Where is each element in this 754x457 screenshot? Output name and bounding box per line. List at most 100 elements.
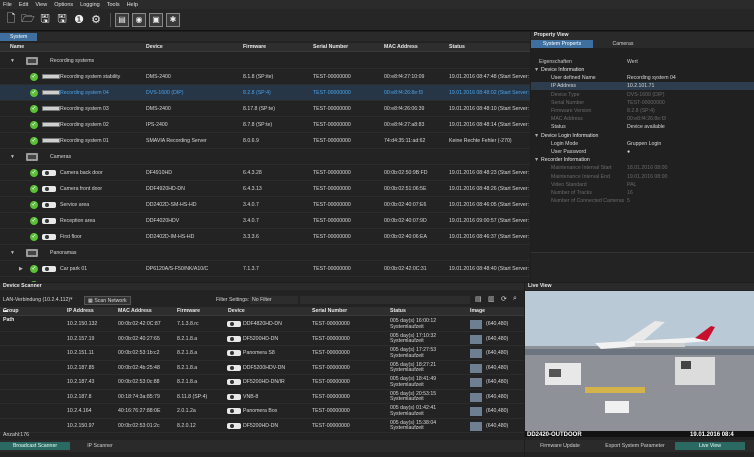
- scanner-row[interactable]: 10.2.150.97 00:0b:02:53:01:2c 8.2.0.12 DF52…: [0, 419, 524, 433]
- row-mac: 00:e8:f4:27:10:09: [384, 74, 425, 80]
- property-row[interactable]: User Password ●: [531, 148, 754, 156]
- thumbnail-image[interactable]: [470, 334, 482, 344]
- col-scan-serial[interactable]: Serial Number: [312, 307, 347, 316]
- import-list-icon[interactable]: ▥: [488, 295, 495, 303]
- tab-system-properties[interactable]: System Properts: [531, 40, 593, 48]
- col-scan-image[interactable]: Image: [470, 307, 485, 316]
- col-scan-mac[interactable]: MAC Address: [118, 307, 152, 316]
- filter-select[interactable]: No Filter: [250, 296, 298, 304]
- tab-export-system-parameter[interactable]: Export System Parameter: [595, 442, 675, 450]
- collapse-arrow-icon[interactable]: ▼: [534, 156, 539, 164]
- scanner-row[interactable]: 10.2.157.19 00:0b:02:40:27:65 8.2.1.8.a DF5…: [0, 332, 524, 346]
- refresh-icon[interactable]: ⟳: [501, 295, 507, 303]
- col-mac[interactable]: MAC Address: [384, 43, 418, 52]
- tree-row[interactable]: ▶ ✓ Car park 01 DP6120A/S-F50/NK/A10/C 7.1.3…: [0, 261, 530, 277]
- tree-row[interactable]: ✓ Recording system 03 DMS-2400 8.17.8 (SP:t…: [0, 101, 530, 117]
- expand-arrow-icon[interactable]: ▶: [19, 261, 23, 277]
- expand-arrow-icon[interactable]: ▼: [10, 245, 15, 261]
- dropdown-arrow-icon[interactable]: ▾: [70, 296, 73, 302]
- tab-firmware-update[interactable]: Firmware Update: [525, 442, 595, 450]
- menu-view[interactable]: View: [35, 2, 47, 8]
- tree-row[interactable]: ▶ ✓ Car park 02 DP6220A-50S6/11 6.4.3.13 TEST…: [0, 277, 530, 282]
- thumbnail-image[interactable]: [470, 421, 482, 431]
- expand-arrow-icon[interactable]: ▶: [19, 277, 23, 282]
- tree-row[interactable]: ✓ Recording system 01 SMAVIA Recording Ser…: [0, 133, 530, 149]
- tab-ip-scanner[interactable]: IP Scanner: [70, 442, 130, 450]
- col-scan-status[interactable]: Status: [390, 307, 406, 316]
- tab-broadcast-scanner[interactable]: Broadcast Scanner: [0, 442, 70, 450]
- col-status[interactable]: Status: [449, 43, 465, 52]
- search-icon[interactable]: ⌕: [513, 295, 517, 303]
- status-ok-icon: ✓: [30, 169, 38, 177]
- scanner-row[interactable]: 10.2.150.132 00:0b:02:42:0C:87 7.1.3.8.rc D…: [0, 317, 524, 332]
- menu-help[interactable]: Help: [127, 2, 138, 8]
- tree-row[interactable]: ✓ Camera back door DF4910HD 6.4.3.28 TEST-00…: [0, 165, 530, 181]
- tree-group[interactable]: ▼ Panoramas: [0, 245, 530, 261]
- tree-group[interactable]: ▼ Cameras: [0, 149, 530, 165]
- scan-ip: 10.2.150.97: [67, 422, 95, 429]
- col-scan-firmware[interactable]: Firmware: [177, 307, 200, 316]
- col-device[interactable]: Device: [146, 43, 163, 52]
- tree-row[interactable]: ✓ Camera front door DDF4920HD-DN 6.4.3.13 TE…: [0, 181, 530, 197]
- property-row[interactable]: User defined Name Recording system 04: [531, 74, 754, 82]
- device-view-icon[interactable]: ▤: [115, 12, 129, 27]
- tree-row[interactable]: ✓ Recording system 04 DVS-1600 (DIP) 8.2.8 …: [0, 85, 530, 101]
- col-firmware[interactable]: Firmware: [243, 43, 266, 52]
- col-scan-device[interactable]: Device: [228, 307, 245, 316]
- property-row[interactable]: Status Device available: [531, 123, 754, 131]
- property-row[interactable]: IP Address 10.2.101.71: [531, 82, 754, 91]
- scanner-row[interactable]: 10.2.4.164 40:16:76:27:88:0E 2.0.1.2a Panom…: [0, 404, 524, 419]
- thumbnail-image[interactable]: [470, 407, 482, 416]
- tree-row[interactable]: ✓ Recording system stability DMS-2400 8.1.8…: [0, 69, 530, 85]
- network-adapter-select[interactable]: LAN-Verbindung (10.2.4.112): [3, 297, 70, 303]
- col-ip[interactable]: IP Address: [67, 307, 94, 316]
- camera-view-icon[interactable]: ◉: [132, 12, 146, 27]
- tab-cameras[interactable]: Cameras: [593, 40, 653, 48]
- menu-edit[interactable]: Edit: [19, 2, 28, 8]
- new-file-icon[interactable]: 🗋: [4, 13, 18, 27]
- property-row[interactable]: Login Mode Gruppen Login: [531, 140, 754, 148]
- property-key: Login Mode: [551, 140, 579, 147]
- export-list-icon[interactable]: ▤: [475, 295, 482, 303]
- menu-options[interactable]: Options: [54, 2, 73, 8]
- export-icon[interactable]: ▣: [149, 12, 163, 27]
- save-all-icon[interactable]: 🖫: [55, 13, 69, 27]
- tree-row[interactable]: ✓ Recording system 02 IPS-2400 8.7.8 (SP:te…: [0, 117, 530, 133]
- col-name[interactable]: Name: [10, 43, 24, 52]
- info-icon[interactable]: ❶: [72, 13, 86, 27]
- live-camera-image[interactable]: [525, 291, 754, 437]
- property-section[interactable]: ▼ Recorder Information: [531, 156, 754, 164]
- property-section[interactable]: ▼ Device Information: [531, 66, 754, 74]
- thumbnail-image[interactable]: [470, 392, 482, 402]
- thumbnail-image[interactable]: [470, 349, 482, 358]
- scan-network-button[interactable]: ▦ Scan Network: [84, 296, 131, 305]
- scanner-row[interactable]: 10.2.187.8 00:18:74:3a:85:79 8.11.8 (SP:4)…: [0, 390, 524, 404]
- settings-icon[interactable]: ⚙: [89, 13, 103, 27]
- scanner-row[interactable]: 10.2.187.85 00:0b:02:4b:25:48 8.2.1.8.a DDF…: [0, 361, 524, 375]
- tab-system[interactable]: System: [0, 33, 38, 41]
- col-serial[interactable]: Serial Number: [313, 43, 348, 52]
- scanner-row[interactable]: 10.2.151.11 00:0b:02:53:1b:c2 8.2.1.8.a Pan…: [0, 346, 524, 361]
- thumbnail-image[interactable]: [470, 363, 482, 373]
- tree-group[interactable]: ▼ Recording systems: [0, 53, 530, 69]
- save-icon[interactable]: 🖫: [38, 13, 52, 27]
- filter-input[interactable]: [300, 296, 470, 304]
- tree-row[interactable]: ✓ Service area DD2402D-SM-HS-HD 3.4.0.7 TEST…: [0, 197, 530, 213]
- property-section[interactable]: ▼ Device Login Information: [531, 132, 754, 140]
- scanner-row[interactable]: 10.2.187.43 00:0b:02:53:0c:88 8.2.1.8.a DF5…: [0, 375, 524, 390]
- menu-file[interactable]: File: [3, 2, 12, 8]
- collapse-arrow-icon[interactable]: ▼: [534, 66, 539, 74]
- expand-arrow-icon[interactable]: ▼: [10, 149, 15, 165]
- tree-row[interactable]: ✓ First floor DD2402D-IM-HS-HD 3.3.3.6 TEST-…: [0, 229, 530, 245]
- menu-logging[interactable]: Logging: [80, 2, 100, 8]
- tab-live-view[interactable]: Live View: [675, 442, 745, 450]
- thumbnail-image[interactable]: [470, 378, 482, 387]
- tree-row[interactable]: ✓ Reception area DDF4020HDV 3.4.0.7 TEST-000…: [0, 213, 530, 229]
- open-folder-icon[interactable]: 🗁: [21, 13, 35, 27]
- scan-serial: TEST-00000000: [312, 335, 350, 342]
- expand-arrow-icon[interactable]: ▼: [10, 53, 15, 69]
- thumbnail-image[interactable]: [470, 320, 482, 329]
- tools-icon[interactable]: ✱: [166, 12, 180, 27]
- menu-tools[interactable]: Tools: [107, 2, 120, 8]
- collapse-arrow-icon[interactable]: ▼: [534, 132, 539, 140]
